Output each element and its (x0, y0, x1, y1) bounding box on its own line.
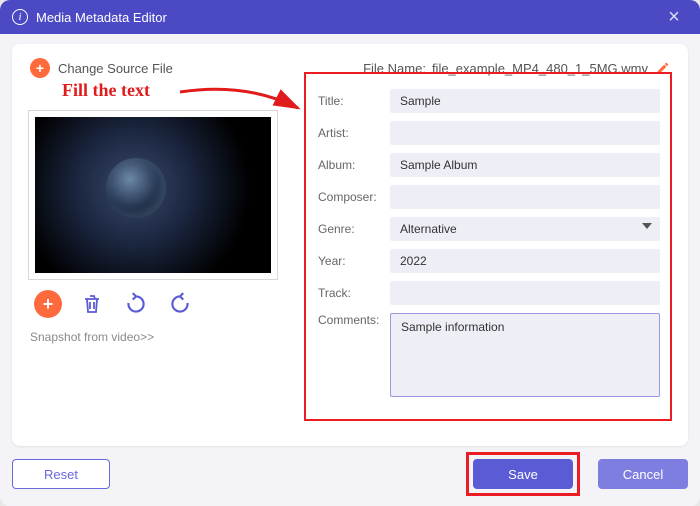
save-highlight: Save (466, 452, 580, 496)
comments-input[interactable] (390, 313, 660, 397)
save-button[interactable]: Save (473, 459, 573, 489)
track-label: Track: (318, 286, 390, 300)
title-input[interactable] (390, 89, 660, 113)
footer: Reset Save Cancel (12, 454, 688, 494)
year-input[interactable] (390, 249, 660, 273)
annotation-text: Fill the text (62, 80, 150, 101)
year-label: Year: (318, 254, 390, 268)
reset-button[interactable]: Reset (12, 459, 110, 489)
metadata-form: Title: Artist: Album: Composer: Genre: A… (304, 72, 672, 421)
album-input[interactable] (390, 153, 660, 177)
window-title: Media Metadata Editor (36, 10, 167, 25)
add-cover-button[interactable]: + (34, 290, 62, 318)
trash-icon[interactable] (78, 290, 106, 318)
artist-label: Artist: (318, 126, 390, 140)
chevron-down-icon (642, 223, 652, 229)
composer-label: Composer: (318, 190, 390, 204)
track-input[interactable] (390, 281, 660, 305)
genre-label: Genre: (318, 222, 390, 236)
album-label: Album: (318, 158, 390, 172)
content-card: + Change Source File File Name: file_exa… (12, 44, 688, 446)
composer-input[interactable] (390, 185, 660, 209)
close-icon[interactable]: × (660, 6, 688, 29)
change-source-link[interactable]: Change Source File (58, 61, 173, 76)
artist-input[interactable] (390, 121, 660, 145)
comments-label: Comments: (318, 313, 390, 327)
cover-panel: + Snapshot from video>> (28, 110, 278, 350)
cancel-button[interactable]: Cancel (598, 459, 688, 489)
cover-image (35, 117, 271, 273)
info-icon: i (12, 9, 28, 25)
snapshot-link[interactable]: Snapshot from video>> (28, 324, 278, 350)
rotate-left-icon[interactable] (122, 290, 150, 318)
title-bar: i Media Metadata Editor × (0, 0, 700, 34)
cover-frame[interactable] (28, 110, 278, 280)
genre-select[interactable]: Alternative (390, 217, 660, 241)
rotate-right-icon[interactable] (166, 290, 194, 318)
plus-icon[interactable]: + (30, 58, 50, 78)
genre-value: Alternative (400, 222, 457, 236)
app-window: i Media Metadata Editor × + Change Sourc… (0, 0, 700, 506)
title-label: Title: (318, 94, 390, 108)
